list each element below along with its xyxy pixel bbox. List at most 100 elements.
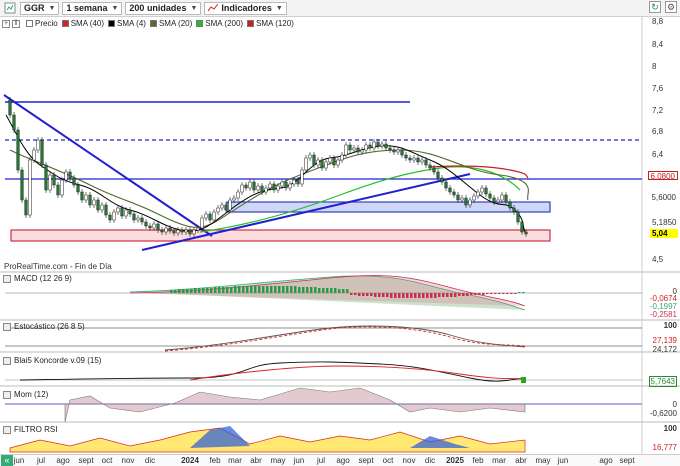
- time-axis-label: mar: [228, 456, 242, 465]
- macd-histogram-bar: [430, 293, 433, 298]
- time-axis-label: may: [535, 456, 551, 465]
- koncorde-label[interactable]: Blai5 Koncorde v.09 (15): [3, 356, 101, 365]
- macd-histogram-bar: [318, 288, 321, 293]
- candle: [160, 229, 164, 233]
- scroll-left-icon[interactable]: «: [1, 455, 13, 466]
- macd-histogram-bar: [322, 288, 325, 293]
- time-axis-label: 2024: [181, 456, 199, 465]
- mom-label[interactable]: Mom (12): [3, 390, 48, 399]
- macd-histogram-bar: [454, 293, 457, 297]
- candle: [268, 183, 272, 189]
- candle: [404, 154, 408, 159]
- macd-histogram-bar: [270, 286, 273, 293]
- time-axis-label: dic: [424, 456, 436, 465]
- sma-4-line: [5, 114, 526, 233]
- macd-histogram-bar: [458, 293, 461, 296]
- candle: [84, 194, 88, 201]
- downtrend-line[interactable]: [3, 94, 213, 237]
- candle: [444, 181, 448, 189]
- pane-icon[interactable]: [3, 322, 11, 331]
- macd-histogram-bar: [394, 293, 397, 298]
- support-zone[interactable]: [10, 229, 551, 242]
- macd-histogram-bar: [374, 293, 377, 297]
- rsi-axis-1: 16,777: [652, 443, 677, 452]
- macd-histogram-bar: [262, 286, 265, 293]
- macd-histogram-bar: [494, 293, 497, 294]
- stoch-label[interactable]: Estocástico (26 8 5): [3, 322, 85, 331]
- candle: [504, 194, 508, 203]
- resistance-zone[interactable]: [226, 201, 551, 213]
- stoch-axis-2: 24,172: [652, 345, 677, 354]
- candle: [144, 221, 148, 227]
- candle: [316, 159, 320, 166]
- candle: [244, 184, 248, 189]
- time-axis-label: nov: [402, 456, 416, 465]
- rsi-axis-0: 100: [663, 424, 677, 433]
- price-tag-resistance: 5,6000: [651, 193, 676, 202]
- macd-label[interactable]: MACD (12 26 9): [3, 274, 72, 283]
- macd-histogram-bar: [214, 287, 217, 293]
- time-axis-label: jul: [36, 456, 46, 465]
- candle: [408, 157, 412, 161]
- time-axis-label: sept: [619, 456, 635, 465]
- price-axis-label: 7,6: [652, 84, 664, 93]
- stoch-axis-1: 27,139: [652, 336, 677, 345]
- candle: [188, 229, 192, 235]
- macd-histogram-bar: [426, 293, 429, 298]
- candle: [20, 169, 24, 201]
- macd-histogram-bar: [306, 287, 309, 293]
- macd-histogram-bar: [310, 287, 313, 293]
- candle: [92, 199, 96, 206]
- candle: [480, 187, 484, 193]
- macd-histogram-bar: [386, 293, 389, 297]
- candle: [120, 207, 124, 217]
- time-axis[interactable]: « jun jul ago sept oct nov dic 2024 feb mar abr may…: [0, 454, 680, 466]
- candle: [460, 197, 464, 201]
- macd-histogram-bar: [186, 289, 189, 293]
- macd-histogram-bar: [522, 292, 525, 293]
- price-axis-label: 6,4: [652, 150, 664, 159]
- candle: [28, 159, 32, 216]
- macd-histogram-bar: [338, 289, 341, 293]
- macd-histogram-bar: [290, 286, 293, 293]
- time-axis-label: 2025: [446, 456, 464, 465]
- price-chart[interactable]: 8,8 8,4 8 7,6 7,2 6,8 6,4 5,1850 4,5: [0, 0, 680, 454]
- candle: [68, 171, 72, 179]
- candle: [112, 211, 116, 221]
- candle: [308, 154, 312, 159]
- price-axis-label: 8: [652, 62, 657, 71]
- pane-icon[interactable]: [3, 274, 11, 283]
- macd-histogram-bar: [250, 286, 253, 293]
- candle: [272, 183, 276, 191]
- mom-axis-1: -0,6200: [649, 409, 677, 418]
- candle: [372, 141, 376, 149]
- rsi-label[interactable]: FILTRO RSI: [3, 425, 57, 434]
- candle: [200, 217, 204, 229]
- candle: [428, 164, 432, 169]
- candle: [204, 213, 208, 219]
- time-axis-label: mar: [492, 456, 506, 465]
- candle: [192, 229, 196, 235]
- koncorde-label-text: Blai5 Koncorde v.09 (15): [14, 356, 102, 365]
- macd-histogram-bar: [438, 293, 441, 297]
- macd-histogram-bar: [286, 286, 289, 293]
- candle: [48, 174, 52, 191]
- candle: [488, 193, 492, 199]
- watermark: ProRealTime.com - Fin de Día: [4, 262, 112, 271]
- price-axis-label: 8,4: [652, 40, 664, 49]
- candle: [180, 229, 184, 233]
- macd-histogram-bar: [350, 293, 353, 295]
- macd-histogram-bar: [390, 293, 393, 298]
- time-axis-label: sept: [78, 456, 94, 465]
- macd-histogram-bar: [366, 293, 369, 296]
- candle: [168, 227, 172, 232]
- candle: [352, 147, 356, 151]
- pane-icon[interactable]: [3, 390, 11, 399]
- stoch-label-text: Estocástico (26 8 5): [14, 322, 85, 331]
- candle: [32, 149, 36, 161]
- candle: [376, 141, 380, 147]
- pane-icon[interactable]: [3, 425, 11, 434]
- candle: [136, 217, 140, 221]
- pane-icon[interactable]: [3, 356, 11, 365]
- macd-histogram-bar: [182, 289, 185, 293]
